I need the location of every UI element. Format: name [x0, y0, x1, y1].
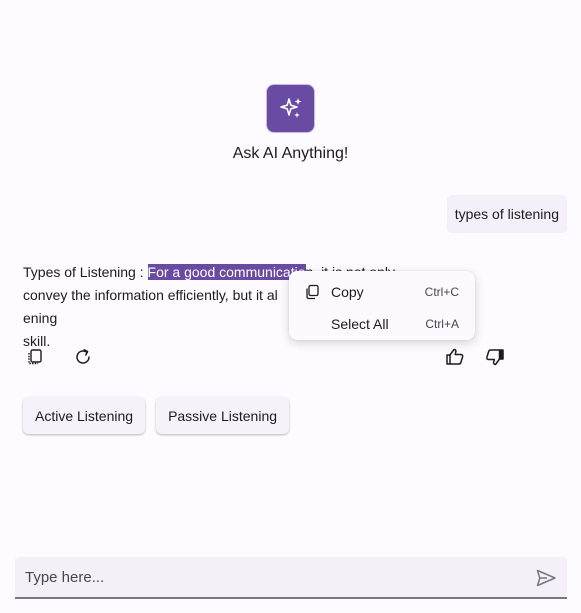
- thumbs-down-icon: [486, 349, 504, 366]
- regenerate-button[interactable]: [71, 345, 95, 369]
- send-icon[interactable]: [535, 567, 557, 589]
- suggestion-chip-active-listening[interactable]: Active Listening: [23, 397, 146, 434]
- context-menu-copy[interactable]: Copy Ctrl+C: [289, 277, 475, 306]
- sparkle-icon: [267, 85, 314, 132]
- response-line1: convey the information efficiently, but …: [23, 287, 278, 303]
- suggestion-chips: Active Listening Passive Listening: [23, 397, 290, 434]
- refresh-icon: [76, 349, 90, 364]
- copy-icon: [306, 284, 319, 300]
- dislike-button[interactable]: [483, 345, 507, 369]
- like-button[interactable]: [443, 345, 467, 369]
- chat-page: Ask AI Anything! types of listening Type…: [0, 0, 581, 613]
- context-menu-copy-label: Copy: [331, 283, 364, 300]
- thumbs-up-icon: [446, 348, 464, 365]
- user-message-bubble: types of listening: [446, 195, 567, 233]
- response-prefix: Types of Listening :: [23, 264, 148, 280]
- context-menu: Copy Ctrl+C Select All Ctrl+A: [289, 271, 475, 340]
- response-actions: [23, 345, 513, 371]
- context-menu-select-all[interactable]: Select All Ctrl+A: [289, 309, 475, 338]
- copy-icon: [28, 349, 42, 365]
- context-menu-copy-shortcut: Ctrl+C: [424, 284, 459, 299]
- selected-text: For a good communicatio: [147, 264, 306, 280]
- copy-response-button[interactable]: [23, 345, 47, 369]
- hero-section: Ask AI Anything!: [0, 85, 581, 163]
- context-menu-select-all-label: Select All: [331, 315, 389, 332]
- context-menu-select-all-shortcut: Ctrl+A: [425, 316, 459, 331]
- hero-title: Ask AI Anything!: [232, 145, 349, 162]
- message-composer: [15, 557, 567, 599]
- response-line1-end: ening: [23, 310, 58, 326]
- message-input[interactable]: [15, 557, 525, 597]
- suggestion-chip-passive-listening[interactable]: Passive Listening: [156, 397, 290, 434]
